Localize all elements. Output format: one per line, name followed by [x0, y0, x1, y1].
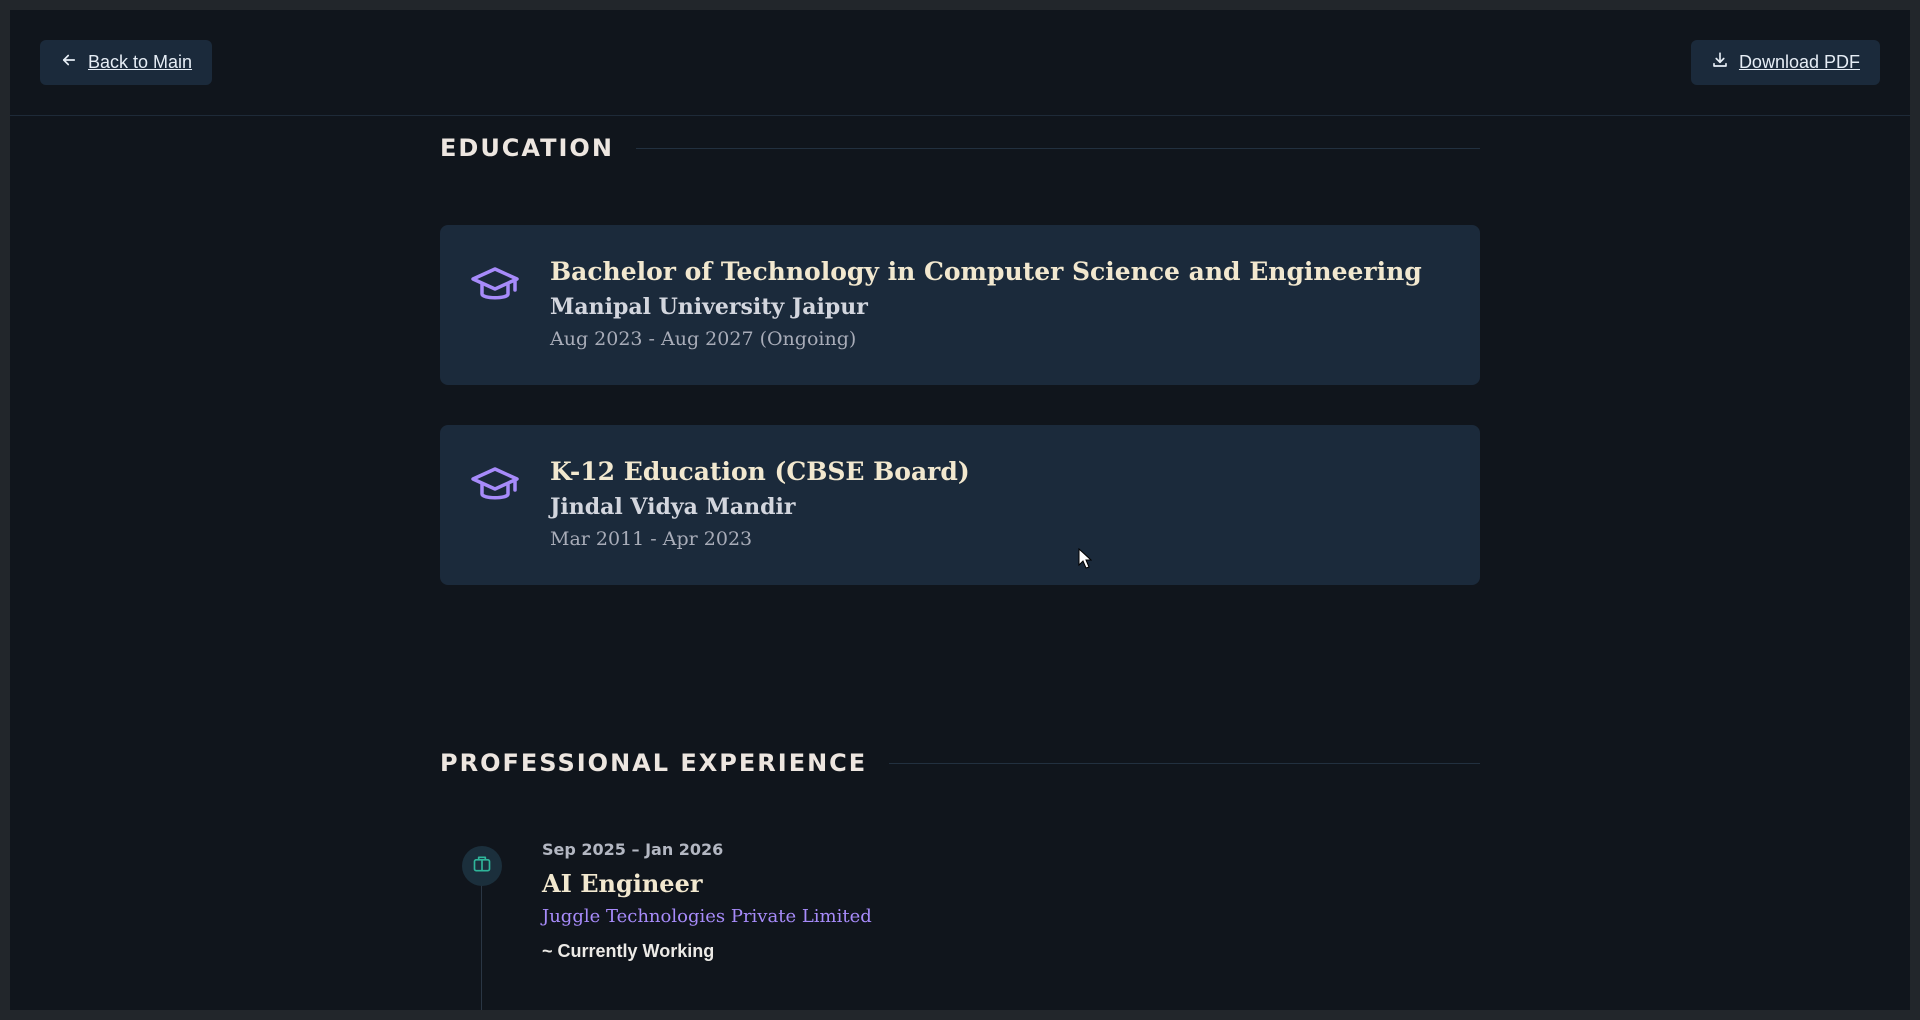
education-school: Jindal Vidya Mandir — [550, 494, 796, 520]
graduation-cap-icon — [470, 465, 520, 505]
timeline-marker — [462, 846, 502, 886]
back-to-main-label: Back to Main — [88, 52, 193, 72]
experience-status: ~ Currently Working — [542, 941, 715, 961]
experience-title: PROFESSIONAL EXPERIENCE — [440, 749, 868, 777]
section-divider — [635, 147, 1480, 149]
education-card: K-12 Education (CBSE Board) Jindal Vidya… — [440, 425, 1480, 585]
education-section-header: EDUCATION — [440, 134, 1480, 162]
arrow-left-icon — [60, 51, 78, 74]
back-to-main-button[interactable]: Back to Main — [40, 40, 213, 85]
mouse-cursor-icon — [1078, 548, 1092, 569]
top-bar: Back to Main Download PDF — [10, 10, 1910, 116]
experience-section-header: PROFESSIONAL EXPERIENCE — [440, 749, 1480, 777]
experience-entry: Sep 2025 – Jan 2026 AI Engineer Juggle T… — [542, 840, 872, 962]
download-pdf-label: Download PDF — [1738, 52, 1860, 72]
education-dates: Aug 2023 - Aug 2027 (Ongoing) — [550, 328, 857, 350]
education-degree: Bachelor of Technology in Computer Scien… — [550, 257, 1422, 286]
education-dates: Mar 2011 - Apr 2023 — [550, 528, 753, 550]
education-title: EDUCATION — [440, 134, 614, 162]
experience-dates: Sep 2025 – Jan 2026 — [542, 840, 724, 859]
education-degree: K-12 Education (CBSE Board) — [550, 457, 970, 486]
download-icon — [1711, 51, 1729, 74]
timeline-line — [481, 876, 482, 1010]
graduation-cap-icon — [470, 265, 520, 305]
education-card: Bachelor of Technology in Computer Scien… — [440, 225, 1480, 385]
education-school: Manipal University Jaipur — [550, 294, 868, 320]
experience-company: Juggle Technologies Private Limited — [542, 906, 872, 927]
page-frame: Back to Main Download PDF EDUCATION Bach… — [10, 10, 1910, 1010]
download-pdf-button[interactable]: Download PDF — [1690, 40, 1880, 85]
section-divider — [889, 762, 1480, 764]
experience-role: AI Engineer — [542, 869, 703, 898]
briefcase-icon — [472, 854, 492, 879]
